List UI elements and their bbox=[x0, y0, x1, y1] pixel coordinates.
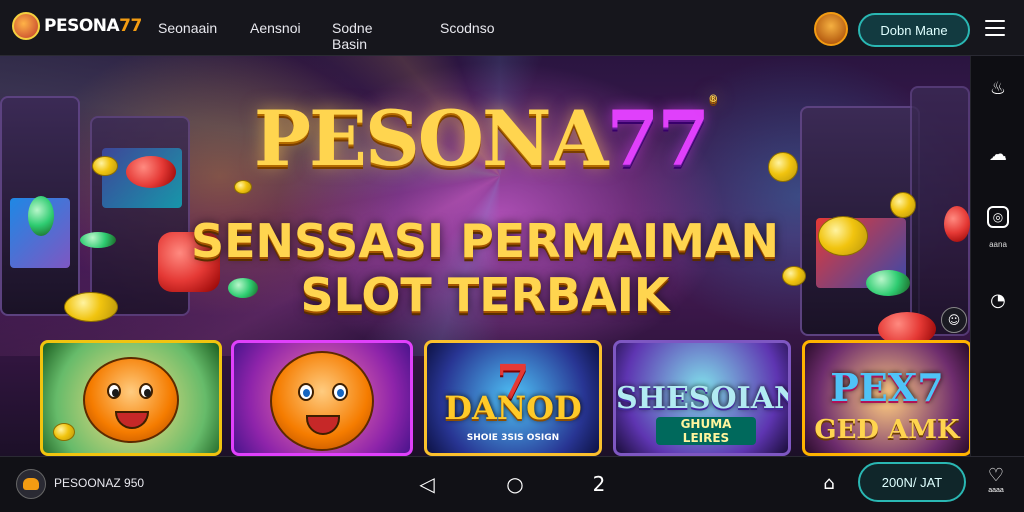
number-icon[interactable]: 2 bbox=[584, 469, 614, 499]
cloud-icon[interactable]: ☁ bbox=[987, 144, 1009, 166]
game-card-5[interactable]: PEX7 GED AMK bbox=[802, 340, 970, 456]
logo[interactable]: PESONA77 bbox=[12, 12, 142, 40]
game-card-5-subtitle: GED AMK bbox=[814, 415, 960, 445]
smile-icon[interactable]: ☺ bbox=[941, 307, 967, 333]
game-card-2[interactable] bbox=[231, 340, 413, 456]
apple-icon[interactable]: ◔ bbox=[987, 290, 1009, 312]
game-card-5-title: PEX7 bbox=[830, 365, 944, 410]
hero-subtitle-line1: SENSSASI PERMAIMAN bbox=[190, 214, 780, 268]
game-card-1[interactable] bbox=[40, 340, 222, 456]
top-action-button[interactable]: Dobn Mane bbox=[858, 13, 970, 47]
game-card-4-subtitle: GHUMA LEIRES bbox=[656, 417, 756, 445]
tiger-logo-icon bbox=[12, 12, 40, 40]
game-card-4-title: SHESOIAN bbox=[616, 381, 791, 416]
user-avatar-icon[interactable] bbox=[814, 12, 848, 46]
nav-item-2[interactable]: Aensnoi bbox=[250, 20, 301, 36]
bottom-action-button[interactable]: 200N/ JAT bbox=[858, 462, 966, 502]
user-icon[interactable] bbox=[16, 469, 46, 499]
hero-title: PESONA77® bbox=[253, 94, 718, 183]
logo-text: PESONA77 bbox=[44, 16, 142, 36]
game-card-3-title: DANOD bbox=[444, 389, 582, 427]
heart-label: aaaa bbox=[988, 487, 1004, 494]
top-bar: PESONA77 Seonaain Aensnoi Sodne Basin Sc… bbox=[0, 0, 1024, 56]
tiger-mascot-icon bbox=[83, 357, 179, 443]
chat-bubble-icon[interactable]: ○ bbox=[500, 469, 530, 499]
hero-banner: PESONA77® SENSSASI PERMAIMAN SLOT TERBAI… bbox=[0, 56, 970, 456]
right-sidebar: ♨ ☁ ◎ aana ◔ bbox=[970, 56, 1024, 456]
bottom-bar: PESOONAZ 950 ◁ ○ 2 ⌂ 200N/ JAT ♡ aaaa bbox=[0, 456, 1024, 512]
tiger-mascot-icon bbox=[270, 351, 374, 451]
heart-icon[interactable]: ♡ aaaa bbox=[982, 465, 1010, 494]
user-name: PESOONAZ 950 bbox=[54, 476, 145, 490]
home-icon[interactable]: ⌂ bbox=[816, 471, 842, 497]
game-card-3[interactable]: 7 DANOD SHOIE 3SIS OSIGN bbox=[424, 340, 602, 456]
hero-subtitle-line2: SLOT TERBAIK bbox=[300, 268, 670, 322]
nav-item-4[interactable]: Scodnso bbox=[440, 20, 494, 36]
hamburger-menu-icon[interactable] bbox=[985, 20, 1005, 36]
sidebar-label: aana bbox=[989, 240, 1007, 249]
back-triangle-icon[interactable]: ◁ bbox=[412, 469, 442, 499]
nav-item-3[interactable]: Sodne Basin bbox=[332, 20, 372, 52]
chat-icon[interactable]: ◎ bbox=[987, 206, 1009, 228]
nav-item-1[interactable]: Seonaain bbox=[158, 20, 217, 36]
game-card-4[interactable]: SHESOIAN GHUMA LEIRES bbox=[613, 340, 791, 456]
flame-icon[interactable]: ♨ bbox=[987, 78, 1009, 100]
game-card-3-subtitle: SHOIE 3SIS OSIGN bbox=[466, 433, 560, 443]
